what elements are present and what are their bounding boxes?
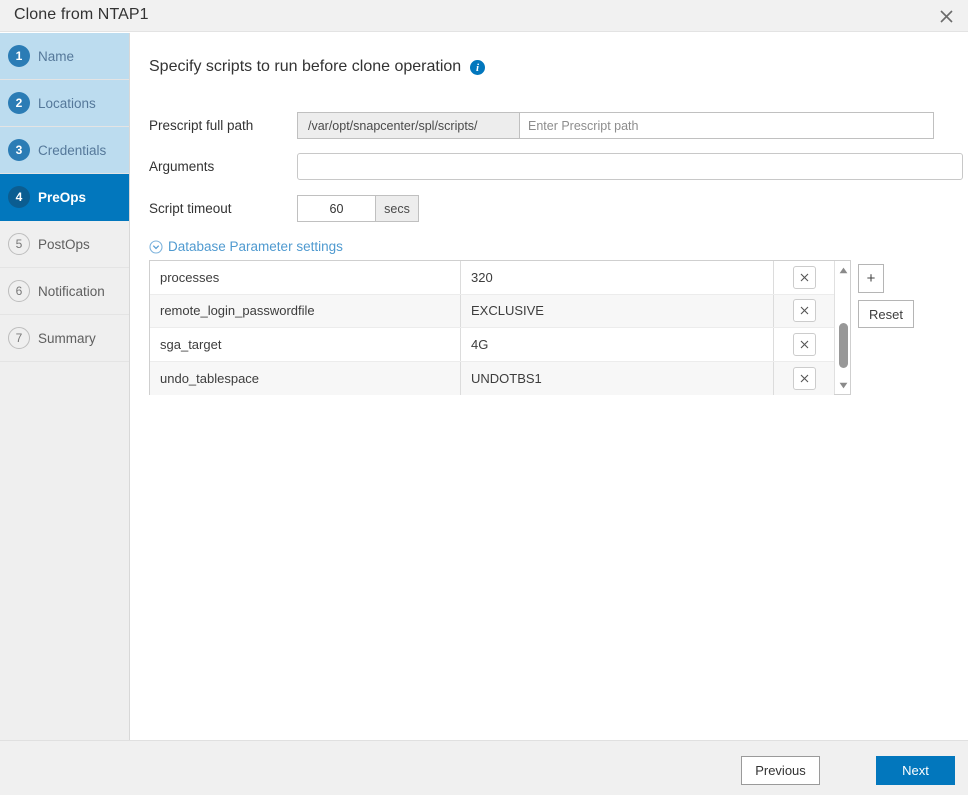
- script-timeout-label: Script timeout: [149, 201, 232, 216]
- add-parameter-button[interactable]: +: [858, 264, 884, 293]
- dialog-title: Clone from NTAP1: [14, 6, 149, 24]
- sidebar-item-summary[interactable]: 7 Summary: [0, 315, 129, 362]
- step-number: 1: [8, 45, 30, 67]
- table-body: processes 320 remote_login_passwordfile …: [150, 261, 834, 394]
- step-label: PostOps: [38, 237, 90, 252]
- table-side-buttons: + Reset: [858, 264, 914, 328]
- page-title: Specify scripts to run before clone oper…: [149, 58, 461, 76]
- parameter-name: remote_login_passwordfile: [150, 295, 461, 328]
- row-actions: [774, 295, 834, 328]
- close-icon[interactable]: [932, 3, 960, 29]
- wizard-steps-sidebar: 1 Name 2 Locations 3 Credentials 4 PreOp…: [0, 33, 130, 740]
- remove-parameter-button[interactable]: [793, 333, 816, 356]
- table-row[interactable]: sga_target 4G: [150, 328, 834, 362]
- row-actions: [774, 261, 834, 294]
- script-timeout-group: secs: [297, 195, 419, 222]
- step-number: 7: [8, 327, 30, 349]
- reset-parameters-button[interactable]: Reset: [858, 300, 914, 328]
- caret-down-icon[interactable]: [835, 378, 851, 392]
- table-row[interactable]: remote_login_passwordfile EXCLUSIVE: [150, 295, 834, 329]
- sidebar-item-name[interactable]: 1 Name: [0, 33, 129, 80]
- info-icon[interactable]: i: [470, 60, 485, 75]
- database-parameters-table: processes 320 remote_login_passwordfile …: [149, 260, 851, 395]
- script-timeout-unit: secs: [375, 195, 419, 222]
- prescript-label: Prescript full path: [149, 118, 253, 133]
- step-number: 3: [8, 139, 30, 161]
- sidebar-item-preops[interactable]: 4 PreOps: [0, 174, 129, 221]
- prescript-path-input[interactable]: [520, 113, 933, 138]
- next-button[interactable]: Next: [876, 756, 955, 785]
- sidebar-item-locations[interactable]: 2 Locations: [0, 80, 129, 127]
- remove-parameter-button[interactable]: [793, 367, 816, 390]
- step-number: 2: [8, 92, 30, 114]
- parameter-name: sga_target: [150, 328, 461, 361]
- arguments-input[interactable]: [297, 153, 963, 180]
- sidebar-item-credentials[interactable]: 3 Credentials: [0, 127, 129, 174]
- caret-up-icon[interactable]: [835, 263, 851, 277]
- dialog-titlebar: Clone from NTAP1: [0, 0, 968, 32]
- step-label: Notification: [38, 284, 105, 299]
- parameter-name: processes: [150, 261, 461, 294]
- table-row[interactable]: undo_tablespace UNDOTBS1: [150, 362, 834, 396]
- step-label: Locations: [38, 96, 96, 111]
- step-label: Credentials: [38, 143, 106, 158]
- database-parameter-settings-toggle[interactable]: Database Parameter settings: [149, 239, 343, 254]
- sidebar-item-postops[interactable]: 5 PostOps: [0, 221, 129, 268]
- step-number: 4: [8, 186, 30, 208]
- chevron-down-circle-icon: [149, 240, 163, 254]
- dialog-footer: Previous Next: [0, 740, 968, 795]
- clone-wizard-dialog: Clone from NTAP1 1 Name 2 Locations 3 Cr…: [0, 0, 968, 795]
- scrollbar-thumb[interactable]: [839, 323, 848, 368]
- previous-button[interactable]: Previous: [741, 756, 820, 785]
- parameter-value: EXCLUSIVE: [461, 295, 774, 328]
- parameter-value: UNDOTBS1: [461, 362, 774, 396]
- parameter-value: 4G: [461, 328, 774, 361]
- arguments-label: Arguments: [149, 159, 214, 174]
- step-label: PreOps: [38, 190, 86, 205]
- sidebar-item-notification[interactable]: 6 Notification: [0, 268, 129, 315]
- table-row[interactable]: processes 320: [150, 261, 834, 295]
- database-parameter-settings-label: Database Parameter settings: [168, 239, 343, 254]
- remove-parameter-button[interactable]: [793, 266, 816, 289]
- step-label: Summary: [38, 331, 96, 346]
- table-scrollbar[interactable]: [834, 261, 850, 394]
- step-number: 6: [8, 280, 30, 302]
- wizard-main-panel: Specify scripts to run before clone oper…: [131, 33, 968, 740]
- remove-parameter-button[interactable]: [793, 299, 816, 322]
- step-number: 5: [8, 233, 30, 255]
- prescript-field-row: Prescript full path /var/opt/snapcenter/…: [149, 112, 949, 139]
- parameter-value: 320: [461, 261, 774, 294]
- row-actions: [774, 328, 834, 361]
- arguments-field-row: Arguments: [149, 153, 968, 180]
- row-actions: [774, 362, 834, 396]
- prescript-path-group: /var/opt/snapcenter/spl/scripts/: [297, 112, 934, 139]
- step-label: Name: [38, 49, 74, 64]
- script-timeout-input[interactable]: [297, 195, 375, 222]
- script-timeout-field-row: Script timeout secs: [149, 195, 449, 222]
- parameter-name: undo_tablespace: [150, 362, 461, 396]
- prescript-path-prefix: /var/opt/snapcenter/spl/scripts/: [298, 113, 520, 138]
